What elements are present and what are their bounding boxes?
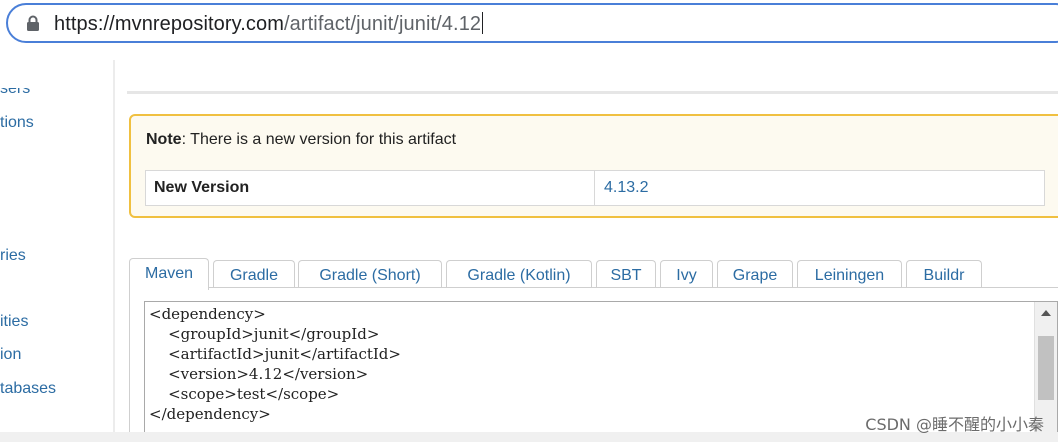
watermark: CSDN @睡不醒的小小秦 [865, 415, 1044, 434]
tab-gradle[interactable]: Gradle [213, 260, 295, 288]
tab-grape[interactable]: Grape [717, 260, 793, 288]
sidebar-item-ries[interactable]: ries [0, 247, 26, 265]
code-line: <artifactId>junit</artifactId> [149, 345, 401, 363]
tab-ivy[interactable]: Ivy [660, 260, 713, 288]
sidebar-item-tabases[interactable]: tabases [0, 380, 56, 398]
tab-gradle-kotlin[interactable]: Gradle (Kotlin) [446, 260, 592, 288]
section-divider [127, 91, 1058, 94]
table-cell-divider [594, 171, 595, 205]
text-caret [482, 12, 484, 34]
sidebar-item-ion[interactable]: ion [0, 346, 21, 364]
note-text: : There is a new version for this artifa… [181, 131, 457, 148]
tab-gradle-short[interactable]: Gradle (Short) [298, 260, 442, 288]
note-label: Note [146, 131, 182, 148]
tab-maven[interactable]: Maven [129, 258, 209, 290]
lock-icon [27, 15, 39, 31]
url-text[interactable]: https://mvnrepository.com/artifact/junit… [54, 12, 484, 36]
scroll-thumb[interactable] [1038, 336, 1054, 400]
code-line: <dependency> [149, 305, 266, 323]
code-line: <groupId>junit</groupId> [149, 325, 380, 343]
tab-buildr[interactable]: Buildr [906, 260, 982, 288]
sidebar-item-ities[interactable]: ities [0, 313, 28, 331]
url-host: https://mvnrepository.com [54, 13, 284, 35]
url-path: /artifact/junit/junit/4.12 [283, 13, 482, 35]
new-version-label: New Version [154, 179, 250, 196]
code-line: </dependency> [149, 405, 271, 423]
code-line: <scope>test</scope> [149, 385, 340, 403]
tab-leiningen[interactable]: Leiningen [797, 260, 902, 288]
tab-sbt[interactable]: SBT [596, 260, 656, 288]
note-message: Note: There is a new version for this ar… [146, 131, 456, 149]
new-version-note: Note: There is a new version for this ar… [129, 114, 1058, 218]
dependency-code: <dependency> <groupId>junit</groupId> <a… [149, 304, 401, 424]
sidebar-item-tions[interactable]: tions [0, 114, 34, 132]
sidebar-divider [113, 60, 115, 432]
new-version-table: New Version 4.13.2 [145, 170, 1045, 206]
code-line: <version>4.12</version> [149, 365, 369, 383]
scroll-up-arrow-icon[interactable] [1041, 310, 1051, 316]
address-bar[interactable]: https://mvnrepository.com/artifact/junit… [6, 3, 1058, 43]
new-version-link[interactable]: 4.13.2 [604, 179, 648, 197]
